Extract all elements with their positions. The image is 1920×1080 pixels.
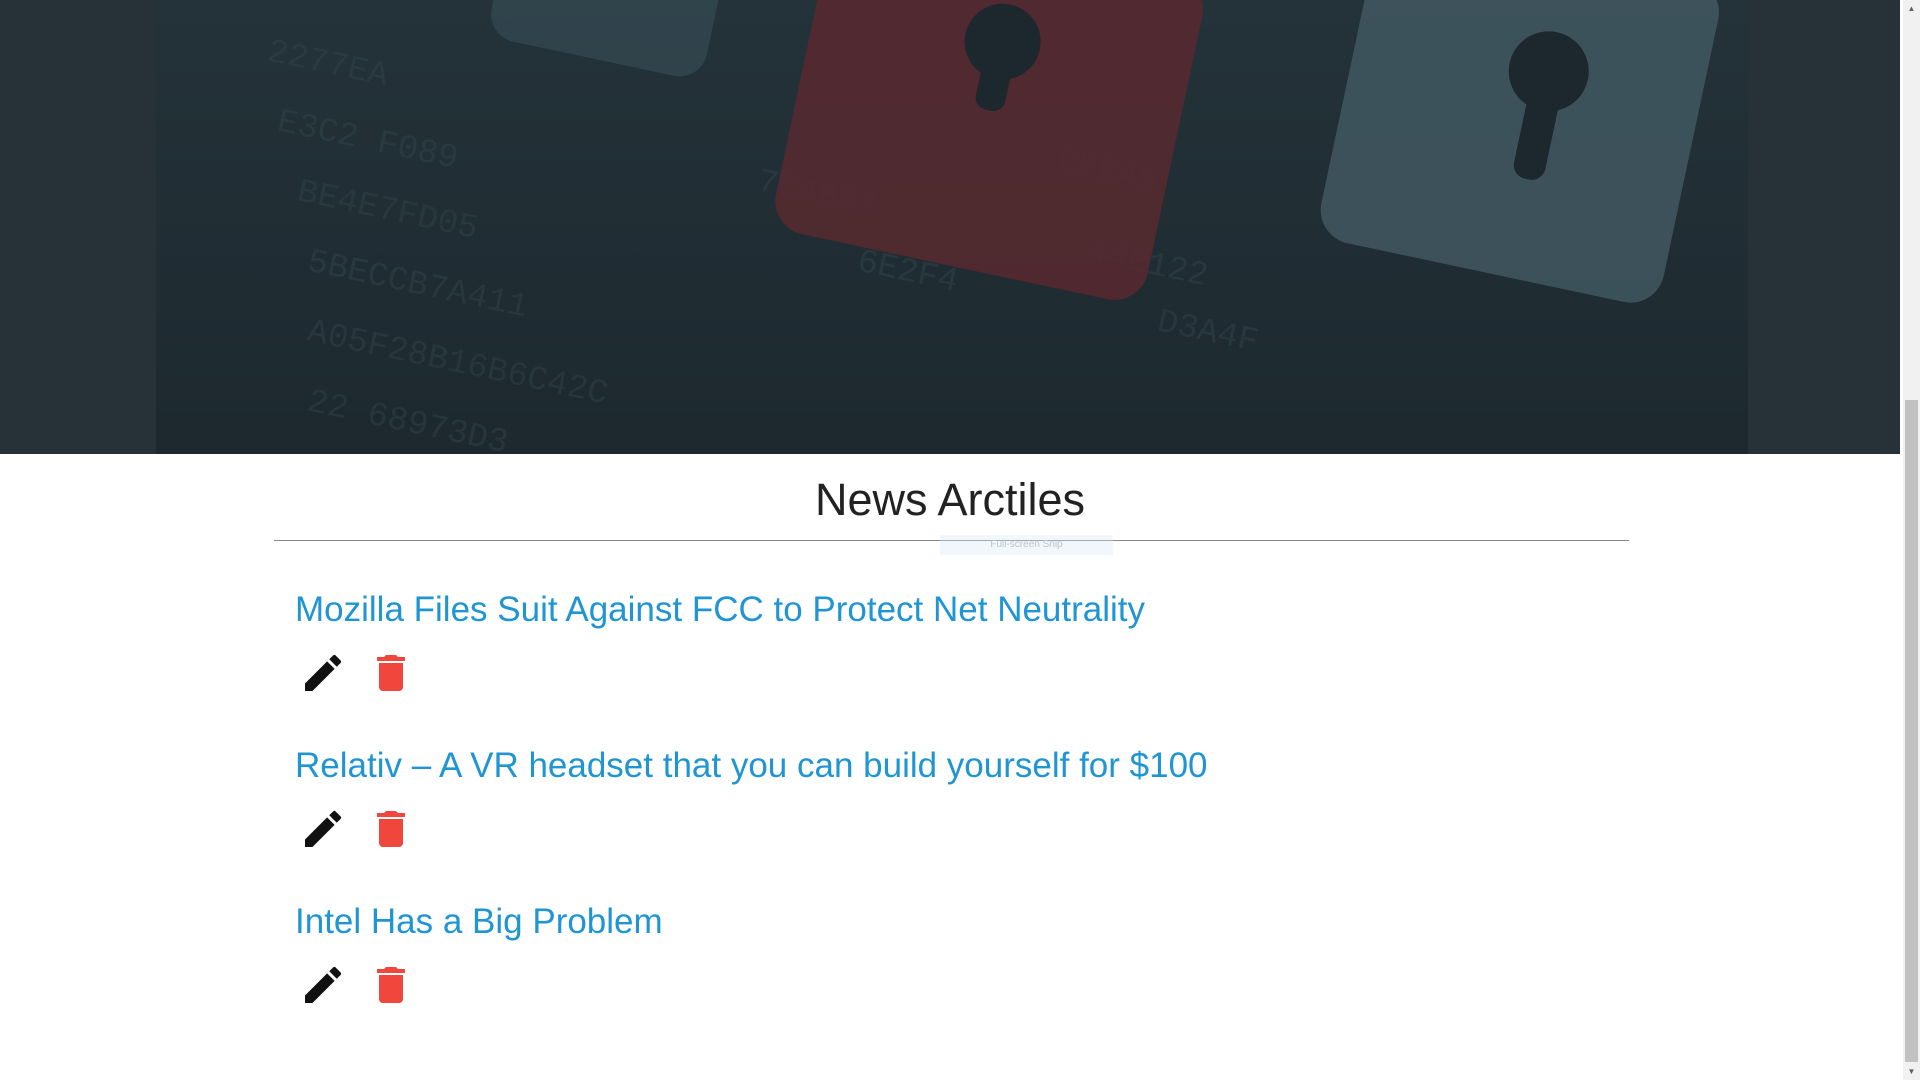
scroll-up-arrow-icon[interactable]: ▲ xyxy=(1903,0,1920,17)
pencil-icon xyxy=(305,654,342,691)
article-actions xyxy=(295,801,419,857)
delete-button[interactable] xyxy=(363,957,419,1013)
article-title-link[interactable]: Mozilla Files Suit Against FCC to Protec… xyxy=(295,585,1145,635)
article-item: Relativ – A VR headset that you can buil… xyxy=(295,741,1695,897)
delete-button[interactable] xyxy=(363,801,419,857)
article-item: Mozilla Files Suit Against FCC to Protec… xyxy=(295,585,1695,741)
article-title-link[interactable]: Intel Has a Big Problem xyxy=(295,897,663,947)
edit-button[interactable] xyxy=(295,801,351,857)
article-item: Intel Has a Big Problem xyxy=(295,897,1695,1053)
scroll-down-arrow-icon[interactable]: ▼ xyxy=(1903,1063,1920,1080)
trash-icon xyxy=(377,655,405,691)
edit-button[interactable] xyxy=(295,645,351,701)
page-title: News Arctiles xyxy=(814,474,1086,525)
scroll-thumb[interactable] xyxy=(1905,400,1918,1062)
article-list: Mozilla Files Suit Against FCC to Protec… xyxy=(295,585,1695,1053)
article-actions xyxy=(295,957,419,1013)
trash-icon xyxy=(377,811,405,847)
trash-icon xyxy=(377,967,405,1003)
hero-image-padlocks: 2277EA E3C2 F089 BE4E7FD05 5BECCB7A411 A… xyxy=(156,0,1748,454)
pencil-icon xyxy=(305,966,342,1003)
article-title-link[interactable]: Relativ – A VR headset that you can buil… xyxy=(295,741,1208,791)
delete-button[interactable] xyxy=(363,645,419,701)
edit-button[interactable] xyxy=(295,957,351,1013)
pencil-icon xyxy=(305,810,342,847)
snip-overlay-label: Full-screen Snip xyxy=(940,535,1113,555)
article-actions xyxy=(295,645,419,701)
page: 2277EA E3C2 F089 BE4E7FD05 5BECCB7A411 A… xyxy=(0,0,1900,1080)
padlock-illustration: 2277EA E3C2 F089 BE4E7FD05 5BECCB7A411 A… xyxy=(156,0,1748,454)
vertical-scrollbar[interactable]: ▲ ▼ xyxy=(1903,0,1920,1080)
hero-banner: 2277EA E3C2 F089 BE4E7FD05 5BECCB7A411 A… xyxy=(0,0,1900,454)
